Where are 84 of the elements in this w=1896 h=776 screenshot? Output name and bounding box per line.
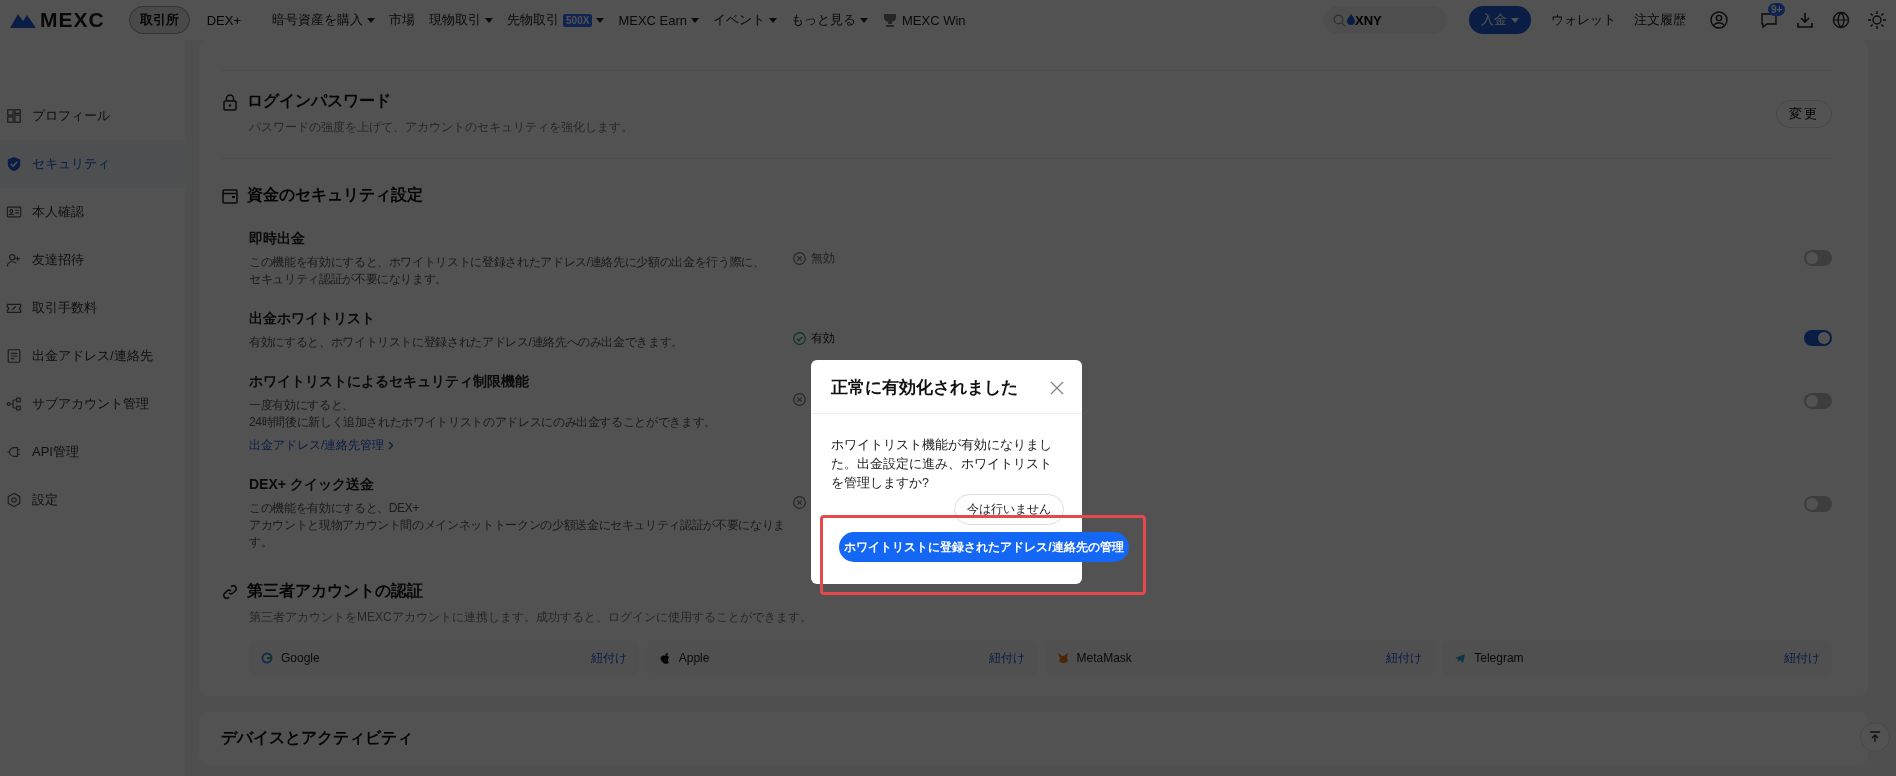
dialog-message: ホワイトリスト機能が有効になりました。出金設定に進み、ホワイトリストを管理しますか? (830, 437, 1053, 492)
notification-badge: 9+ (1768, 3, 1786, 16)
id-card-icon (6, 204, 22, 220)
sidebar-item[interactable]: セキュリティ (0, 140, 185, 188)
google-logo-icon (261, 652, 273, 664)
document-icon (6, 348, 22, 364)
setting-title: ホワイトリストによるセキュリティ制限機能 (249, 373, 530, 391)
account-name: Google (281, 651, 320, 665)
mountain-logo-icon (10, 12, 36, 28)
branch-icon (6, 396, 22, 412)
apple-logo-icon (658, 652, 671, 664)
menu-item[interactable]: MEXC Win (882, 12, 966, 28)
logo[interactable]: MEXC (10, 8, 105, 32)
menu-item[interactable]: もっと見る (791, 11, 868, 29)
wallet-icon (221, 186, 239, 205)
fox-logo-icon (1056, 652, 1069, 664)
section-title: デバイスとアクティビティ (221, 728, 414, 748)
settings-icon (6, 492, 22, 508)
menu-item[interactable]: MEXC Earn (618, 12, 699, 28)
search-field[interactable]: XNY (1323, 6, 1447, 34)
sidebar-item[interactable]: 友達招待 (0, 236, 185, 284)
grid-icon (6, 108, 22, 124)
nav-tab[interactable]: 取引所 (128, 6, 190, 34)
caret-icon (596, 17, 605, 23)
menu-item[interactable]: 暗号資産を購入 (272, 11, 375, 29)
lock-icon (221, 92, 239, 111)
trophy-icon (882, 13, 898, 27)
bind-link[interactable]: 紐付け (1784, 649, 1820, 667)
menu-item[interactable]: 先物取引 500X (507, 11, 605, 29)
account-name: Apple (678, 651, 710, 665)
search-icon (1333, 14, 1346, 27)
plug-icon (6, 444, 22, 460)
status-label: 有効 (811, 330, 835, 347)
scroll-top-button[interactable] (1860, 722, 1890, 752)
link-icon (221, 582, 239, 601)
sidebar-item[interactable]: 取引手数料 (0, 284, 185, 332)
shield-icon (6, 156, 22, 172)
sidebar-item[interactable]: API管理 (0, 428, 185, 476)
sidebar-item[interactable]: 設定 (0, 476, 185, 524)
account-name: Telegram (1474, 651, 1524, 665)
toggle-switch[interactable] (1804, 330, 1832, 346)
nav-link[interactable]: 注文履歴 (1628, 11, 1692, 29)
close-icon[interactable] (1050, 380, 1064, 395)
user-icon[interactable] (1710, 11, 1728, 29)
chevron-right-icon (388, 441, 395, 450)
bind-link[interactable]: 紐付け (590, 649, 627, 667)
deposit-button[interactable]: 入金 (1469, 6, 1531, 34)
dialog-title: 正常に有効化されました (831, 377, 1018, 399)
setting-title: DEX+ クイック送金 (249, 476, 375, 494)
sun-icon[interactable] (1868, 11, 1886, 29)
globe-icon[interactable] (1832, 11, 1850, 29)
section-title: 資金のセキュリティ設定 (247, 185, 423, 205)
setting-title: 出金ホワイトリスト (249, 310, 376, 328)
nav-link[interactable]: ウォレット (1545, 11, 1622, 29)
arrow-up-icon (1869, 731, 1881, 743)
section-title: ログインパスワード (247, 91, 391, 111)
sidebar-item[interactable]: サブアカウント管理 (0, 380, 185, 428)
caret-icon (691, 17, 699, 23)
message-icon[interactable] (1760, 11, 1778, 29)
change-button[interactable]: 変更 (1776, 99, 1832, 128)
multiplier-badge: 500X (563, 13, 593, 27)
sidebar-item[interactable]: 出金アドレス/連絡先 (0, 332, 185, 380)
caret-icon (485, 17, 493, 23)
manage-whitelist-button[interactable]: ホワイトリストに登録されたアドレス/連絡先の管理 (839, 532, 1129, 562)
download-icon[interactable] (1796, 11, 1814, 29)
setting-title: 即時出金 (249, 230, 306, 248)
nav-tab[interactable]: DEX+ (195, 7, 252, 33)
menu-item[interactable]: 市場 (389, 11, 415, 29)
bind-link[interactable]: 紐付け (988, 649, 1025, 667)
add-user-icon (6, 252, 22, 268)
caret-icon (367, 17, 375, 23)
caret-icon (769, 17, 777, 23)
drop-icon (1347, 14, 1355, 25)
bind-link[interactable]: 紐付け (1386, 649, 1423, 667)
account-name: MetaMask (1076, 651, 1132, 665)
not-now-button[interactable]: 今は行いません (954, 494, 1064, 525)
sidebar-item[interactable]: 本人確認 (0, 188, 185, 236)
section-title: 第三者アカウントの認証 (247, 581, 423, 601)
menu-item[interactable]: 現物取引 (429, 11, 493, 29)
paper-plane-icon (1454, 652, 1467, 664)
caret-icon (860, 17, 868, 23)
menu-item[interactable]: イベント (713, 11, 777, 29)
caret-icon (1511, 17, 1519, 23)
address-link[interactable]: 出金アドレス/連絡先管理 (249, 437, 395, 454)
